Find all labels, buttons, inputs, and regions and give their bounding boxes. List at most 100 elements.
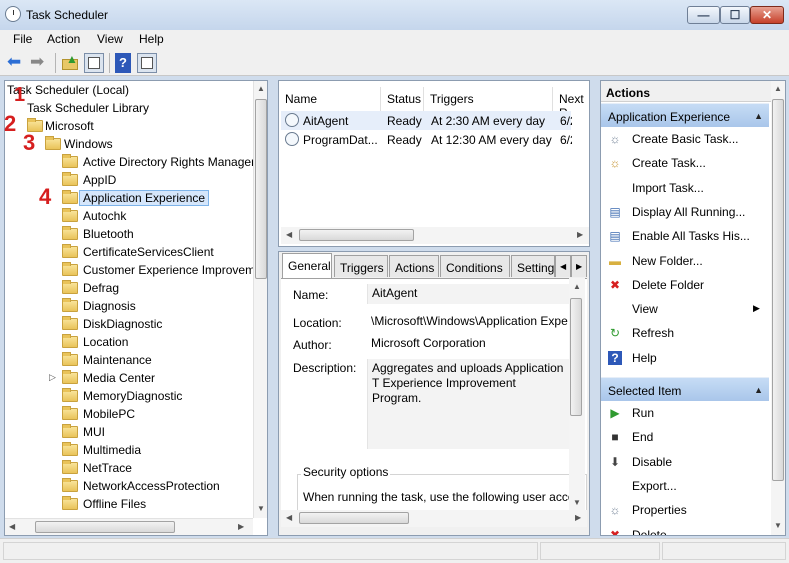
folder-icon: [62, 226, 78, 240]
folder-icon: [62, 298, 78, 312]
menu-help[interactable]: Help: [139, 32, 164, 46]
description-label: Description:: [293, 361, 357, 375]
action-end[interactable]: ■ End: [601, 425, 769, 449]
tasks-horizontal-scrollbar[interactable]: ◀ ▶: [281, 227, 589, 244]
callout-2: 2: [4, 111, 17, 136]
tab-general[interactable]: General: [282, 253, 332, 278]
scroll-up-arrow-icon[interactable]: ▲: [774, 84, 782, 93]
menu-view[interactable]: View: [97, 32, 123, 46]
scroll-left-arrow-icon[interactable]: ◀: [286, 513, 292, 522]
task-scheduler-clock-icon: [5, 6, 21, 22]
name-field[interactable]: AitAgent: [367, 284, 577, 304]
delete-icon: ✖: [609, 527, 621, 536]
submenu-arrow-icon: ▶: [753, 303, 760, 314]
scroll-down-arrow-icon[interactable]: ▼: [774, 521, 782, 530]
tab-actions[interactable]: Actions: [389, 255, 439, 277]
folder-icon: [62, 370, 78, 384]
column-header-triggers[interactable]: Triggers: [424, 87, 553, 111]
table-row[interactable]: ProgramDat... Ready At 12:30 AM every da…: [281, 130, 572, 149]
action-create-basic-task[interactable]: ☼ Create Basic Task...: [601, 127, 769, 151]
scroll-right-arrow-icon[interactable]: ▶: [577, 230, 583, 239]
expand-arrow-icon[interactable]: ▷: [49, 372, 56, 383]
section-selected-item[interactable]: Selected Item ▲: [601, 377, 769, 401]
back-arrow-icon[interactable]: ⬅: [7, 53, 27, 73]
show-hide-console-tree-icon[interactable]: [84, 53, 104, 73]
folder-icon: [62, 244, 78, 258]
help-icon[interactable]: ?: [115, 53, 131, 73]
show-hide-action-pane-icon[interactable]: [137, 53, 157, 73]
folder-icon: [62, 190, 78, 204]
new-folder-icon: ▬: [609, 253, 621, 268]
callout-1: 1: [14, 84, 26, 106]
security-options-text: When running the task, use the following…: [303, 490, 575, 504]
action-delete[interactable]: ✖ Delete: [601, 523, 769, 536]
action-delete-folder[interactable]: ✖ Delete Folder: [601, 273, 769, 297]
task-list: Name Status Triggers Next R AitAgent Rea…: [278, 80, 590, 247]
action-new-folder[interactable]: ▬ New Folder...: [601, 249, 769, 273]
minimize-button[interactable]: —: [687, 6, 720, 24]
action-import-task[interactable]: Import Task...: [601, 176, 769, 200]
scroll-right-arrow-icon[interactable]: ▶: [575, 513, 581, 522]
column-header-status[interactable]: Status: [381, 87, 424, 111]
tab-settings[interactable]: Setting: [511, 255, 555, 277]
tab-conditions[interactable]: Conditions: [440, 255, 510, 277]
window-title: Task Scheduler: [26, 8, 109, 22]
folder-icon: [62, 460, 78, 474]
folder-icon: [62, 316, 78, 330]
action-display-all-running[interactable]: ▤ Display All Running...: [601, 200, 769, 224]
action-export[interactable]: Export...: [601, 474, 769, 498]
action-enable-all-tasks-his[interactable]: ▤ Enable All Tasks His...: [601, 224, 769, 248]
collapse-icon: ▲: [754, 385, 763, 395]
close-button[interactable]: ✕: [750, 6, 784, 24]
details-horizontal-scrollbar[interactable]: ◀ ▶: [281, 510, 587, 527]
menu-file[interactable]: File: [13, 32, 32, 46]
scroll-thumb[interactable]: [255, 99, 267, 279]
actions-vertical-scrollbar[interactable]: ▲ ▼: [771, 81, 785, 535]
scroll-up-arrow-icon[interactable]: ▲: [573, 282, 581, 291]
scroll-left-arrow-icon[interactable]: ◀: [9, 522, 15, 531]
action-help[interactable]: ? Help: [601, 346, 769, 370]
title-bar: Task Scheduler — ☐ ✕: [0, 0, 789, 30]
menu-action[interactable]: Action: [47, 32, 80, 46]
action-run[interactable]: ▶ Run: [601, 401, 769, 425]
scroll-right-arrow-icon[interactable]: ▶: [238, 522, 244, 531]
column-header-name[interactable]: Name: [279, 87, 381, 111]
folder-icon: [62, 262, 78, 276]
action-view[interactable]: View ▶: [601, 297, 769, 321]
status-segment: [3, 542, 538, 560]
description-field[interactable]: Aggregates and uploads Application T Exp…: [367, 359, 572, 449]
callout-4: 4: [39, 184, 52, 209]
create-task-icon: ☼: [609, 156, 621, 171]
tab-scroll-left-icon[interactable]: ◀: [555, 255, 571, 277]
scroll-thumb[interactable]: [772, 99, 784, 481]
maximize-button[interactable]: ☐: [720, 6, 750, 24]
scroll-up-arrow-icon[interactable]: ▲: [257, 84, 265, 93]
create-basic-task-icon: ☼: [609, 132, 621, 146]
tab-triggers[interactable]: Triggers: [334, 255, 388, 277]
maximize-icon: ☐: [729, 8, 741, 22]
task-clock-icon: [285, 132, 299, 146]
tree-horizontal-scrollbar[interactable]: ◀ ▶: [5, 518, 253, 535]
scroll-thumb[interactable]: [570, 298, 582, 416]
details-vertical-scrollbar[interactable]: ▲ ▼: [569, 278, 585, 511]
table-row[interactable]: AitAgent Ready At 2:30 AM every day 6/29…: [281, 111, 572, 130]
forward-arrow-icon[interactable]: ➡: [30, 53, 50, 73]
action-disable[interactable]: ⬇ Disable: [601, 450, 769, 474]
tab-scroll-right-icon[interactable]: ▶: [571, 255, 587, 277]
details-tabs: General Triggers Actions Conditions Sett…: [279, 252, 589, 278]
section-application-experience[interactable]: Application Experience ▲: [601, 103, 769, 127]
scroll-thumb[interactable]: [299, 512, 409, 524]
console-tree: Task Scheduler (Local) Task Scheduler Li…: [4, 80, 268, 536]
action-properties[interactable]: ☼ Properties: [601, 498, 769, 522]
scroll-down-arrow-icon[interactable]: ▼: [257, 504, 265, 513]
column-header-next-run[interactable]: Next R: [553, 87, 589, 120]
scroll-thumb[interactable]: [299, 229, 414, 241]
scroll-thumb[interactable]: [35, 521, 175, 533]
action-refresh[interactable]: ↻ Refresh: [601, 321, 769, 345]
status-bar: [0, 538, 789, 563]
up-folder-icon[interactable]: ▲: [61, 52, 81, 73]
scroll-left-arrow-icon[interactable]: ◀: [286, 230, 292, 239]
scroll-down-arrow-icon[interactable]: ▼: [573, 498, 581, 507]
action-create-task[interactable]: ☼ Create Task...: [601, 151, 769, 175]
tree-vertical-scrollbar[interactable]: ▲ ▼: [253, 81, 267, 518]
